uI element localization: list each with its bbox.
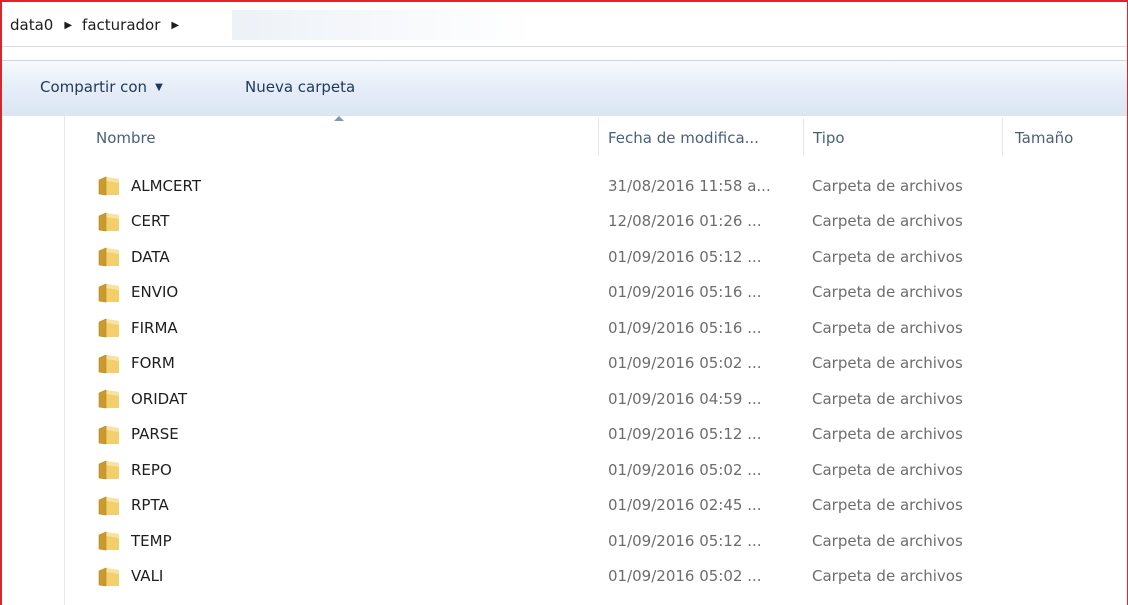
file-name: TEMP bbox=[131, 531, 172, 550]
column-headers: Nombre Fecha de modifica... Tipo Tamaño bbox=[65, 116, 1127, 160]
file-name: ALMCERT bbox=[131, 176, 202, 195]
sort-ascending-icon bbox=[334, 116, 344, 121]
share-with-button[interactable]: Compartir con ▼ bbox=[40, 78, 163, 96]
address-bar[interactable]: data0 ▶ facturador ▶ bbox=[2, 2, 1127, 47]
file-row[interactable]: FIRMA 01/09/2016 05:16 ... Carpeta de ar… bbox=[65, 310, 1127, 346]
file-name: RPTA bbox=[131, 496, 169, 515]
share-with-label: Compartir con bbox=[40, 78, 148, 96]
file-date-modified: 01/09/2016 05:12 ... bbox=[608, 425, 762, 444]
address-bar-highlight bbox=[232, 10, 532, 40]
file-type: Carpeta de archivos bbox=[812, 318, 963, 337]
file-row[interactable]: VALI 01/09/2016 05:02 ... Carpeta de arc… bbox=[65, 559, 1127, 595]
file-row[interactable]: RPTA 01/09/2016 02:45 ... Carpeta de arc… bbox=[65, 488, 1127, 524]
file-type: Carpeta de archivos bbox=[812, 389, 963, 408]
file-type: Carpeta de archivos bbox=[812, 354, 963, 373]
file-type: Carpeta de archivos bbox=[812, 496, 963, 515]
dropdown-caret-icon: ▼ bbox=[155, 81, 163, 93]
file-name: ENVIO bbox=[131, 283, 179, 302]
breadcrumb: data0 ▶ facturador ▶ bbox=[8, 14, 187, 36]
breadcrumb-item-data0[interactable]: data0 bbox=[8, 16, 55, 34]
file-date-modified: 01/09/2016 05:16 ... bbox=[608, 318, 762, 337]
column-header-type[interactable]: Tipo bbox=[813, 116, 845, 160]
file-date-modified: 01/09/2016 02:45 ... bbox=[608, 496, 762, 515]
column-header-type-label: Tipo bbox=[813, 129, 845, 147]
file-date-modified: 01/09/2016 05:02 ... bbox=[608, 567, 762, 586]
file-row[interactable]: ALMCERT 31/08/2016 11:58 a... Carpeta de… bbox=[65, 168, 1127, 204]
file-date-modified: 01/09/2016 05:12 ... bbox=[608, 247, 762, 266]
column-divider[interactable] bbox=[598, 118, 599, 156]
breadcrumb-arrow-icon[interactable]: ▶ bbox=[171, 20, 179, 31]
file-date-modified: 01/09/2016 05:02 ... bbox=[608, 354, 762, 373]
column-header-date[interactable]: Fecha de modifica... bbox=[608, 116, 759, 160]
folder-icon bbox=[98, 567, 119, 586]
column-header-date-label: Fecha de modifica... bbox=[608, 129, 759, 147]
file-date-modified: 01/09/2016 05:02 ... bbox=[608, 460, 762, 479]
folder-icon bbox=[98, 318, 119, 338]
folder-icon bbox=[98, 354, 119, 373]
file-type: Carpeta de archivos bbox=[812, 283, 963, 302]
file-row[interactable]: PARSE 01/09/2016 05:12 ... Carpeta de ar… bbox=[65, 417, 1127, 453]
column-header-size-label: Tamaño bbox=[1015, 129, 1074, 147]
file-row[interactable]: FORM 01/09/2016 05:02 ... Carpeta de arc… bbox=[65, 346, 1127, 382]
column-divider[interactable] bbox=[1002, 118, 1003, 156]
file-name: PARSE bbox=[131, 425, 179, 444]
file-row[interactable]: ENVIO 01/09/2016 05:16 ... Carpeta de ar… bbox=[65, 275, 1127, 311]
folder-icon bbox=[98, 176, 119, 196]
file-date-modified: 01/09/2016 05:16 ... bbox=[608, 283, 762, 302]
folder-icon bbox=[98, 247, 119, 267]
file-name: FORM bbox=[131, 354, 175, 373]
file-name: VALI bbox=[131, 567, 164, 586]
navigation-pane[interactable] bbox=[2, 116, 65, 605]
breadcrumb-arrow-icon[interactable]: ▶ bbox=[64, 20, 72, 31]
folder-icon bbox=[98, 460, 119, 480]
file-name: CERT bbox=[131, 212, 170, 231]
column-header-name-label: Nombre bbox=[96, 129, 156, 147]
column-header-name[interactable]: Nombre bbox=[96, 116, 156, 160]
folder-icon bbox=[98, 283, 119, 302]
file-type: Carpeta de archivos bbox=[812, 567, 963, 586]
folder-icon bbox=[98, 212, 119, 231]
folder-icon bbox=[98, 531, 119, 551]
file-row[interactable]: TEMP 01/09/2016 05:12 ... Carpeta de arc… bbox=[65, 523, 1127, 559]
file-name: ORIDAT bbox=[131, 389, 188, 408]
file-type: Carpeta de archivos bbox=[812, 460, 963, 479]
file-type: Carpeta de archivos bbox=[812, 247, 963, 266]
file-row[interactable]: DATA 01/09/2016 05:12 ... Carpeta de arc… bbox=[65, 239, 1127, 275]
file-row[interactable]: CERT 12/08/2016 01:26 ... Carpeta de arc… bbox=[65, 204, 1127, 240]
file-name: FIRMA bbox=[131, 318, 178, 337]
file-row[interactable]: ORIDAT 01/09/2016 04:59 ... Carpeta de a… bbox=[65, 381, 1127, 417]
file-type: Carpeta de archivos bbox=[812, 531, 963, 550]
column-header-size[interactable]: Tamaño bbox=[1015, 116, 1073, 160]
file-date-modified: 01/09/2016 04:59 ... bbox=[608, 389, 762, 408]
breadcrumb-item-facturador[interactable]: facturador bbox=[80, 16, 162, 34]
file-date-modified: 31/08/2016 11:58 a... bbox=[608, 176, 771, 195]
file-name: DATA bbox=[131, 247, 170, 266]
new-folder-button[interactable]: Nueva carpeta bbox=[245, 78, 355, 96]
folder-icon bbox=[98, 496, 119, 515]
folder-icon bbox=[98, 425, 119, 444]
file-name: REPO bbox=[131, 460, 172, 479]
file-type: Carpeta de archivos bbox=[812, 425, 963, 444]
file-date-modified: 01/09/2016 05:12 ... bbox=[608, 531, 762, 550]
file-type: Carpeta de archivos bbox=[812, 212, 963, 231]
file-date-modified: 12/08/2016 01:26 ... bbox=[608, 212, 762, 231]
command-bar: Compartir con ▼ Nueva carpeta bbox=[2, 60, 1127, 117]
file-list: ALMCERT 31/08/2016 11:58 a... Carpeta de… bbox=[65, 168, 1127, 594]
file-type: Carpeta de archivos bbox=[812, 176, 963, 195]
folder-icon bbox=[98, 389, 119, 409]
column-divider[interactable] bbox=[803, 118, 804, 156]
file-row[interactable]: REPO 01/09/2016 05:02 ... Carpeta de arc… bbox=[65, 452, 1127, 488]
new-folder-label: Nueva carpeta bbox=[245, 78, 356, 96]
